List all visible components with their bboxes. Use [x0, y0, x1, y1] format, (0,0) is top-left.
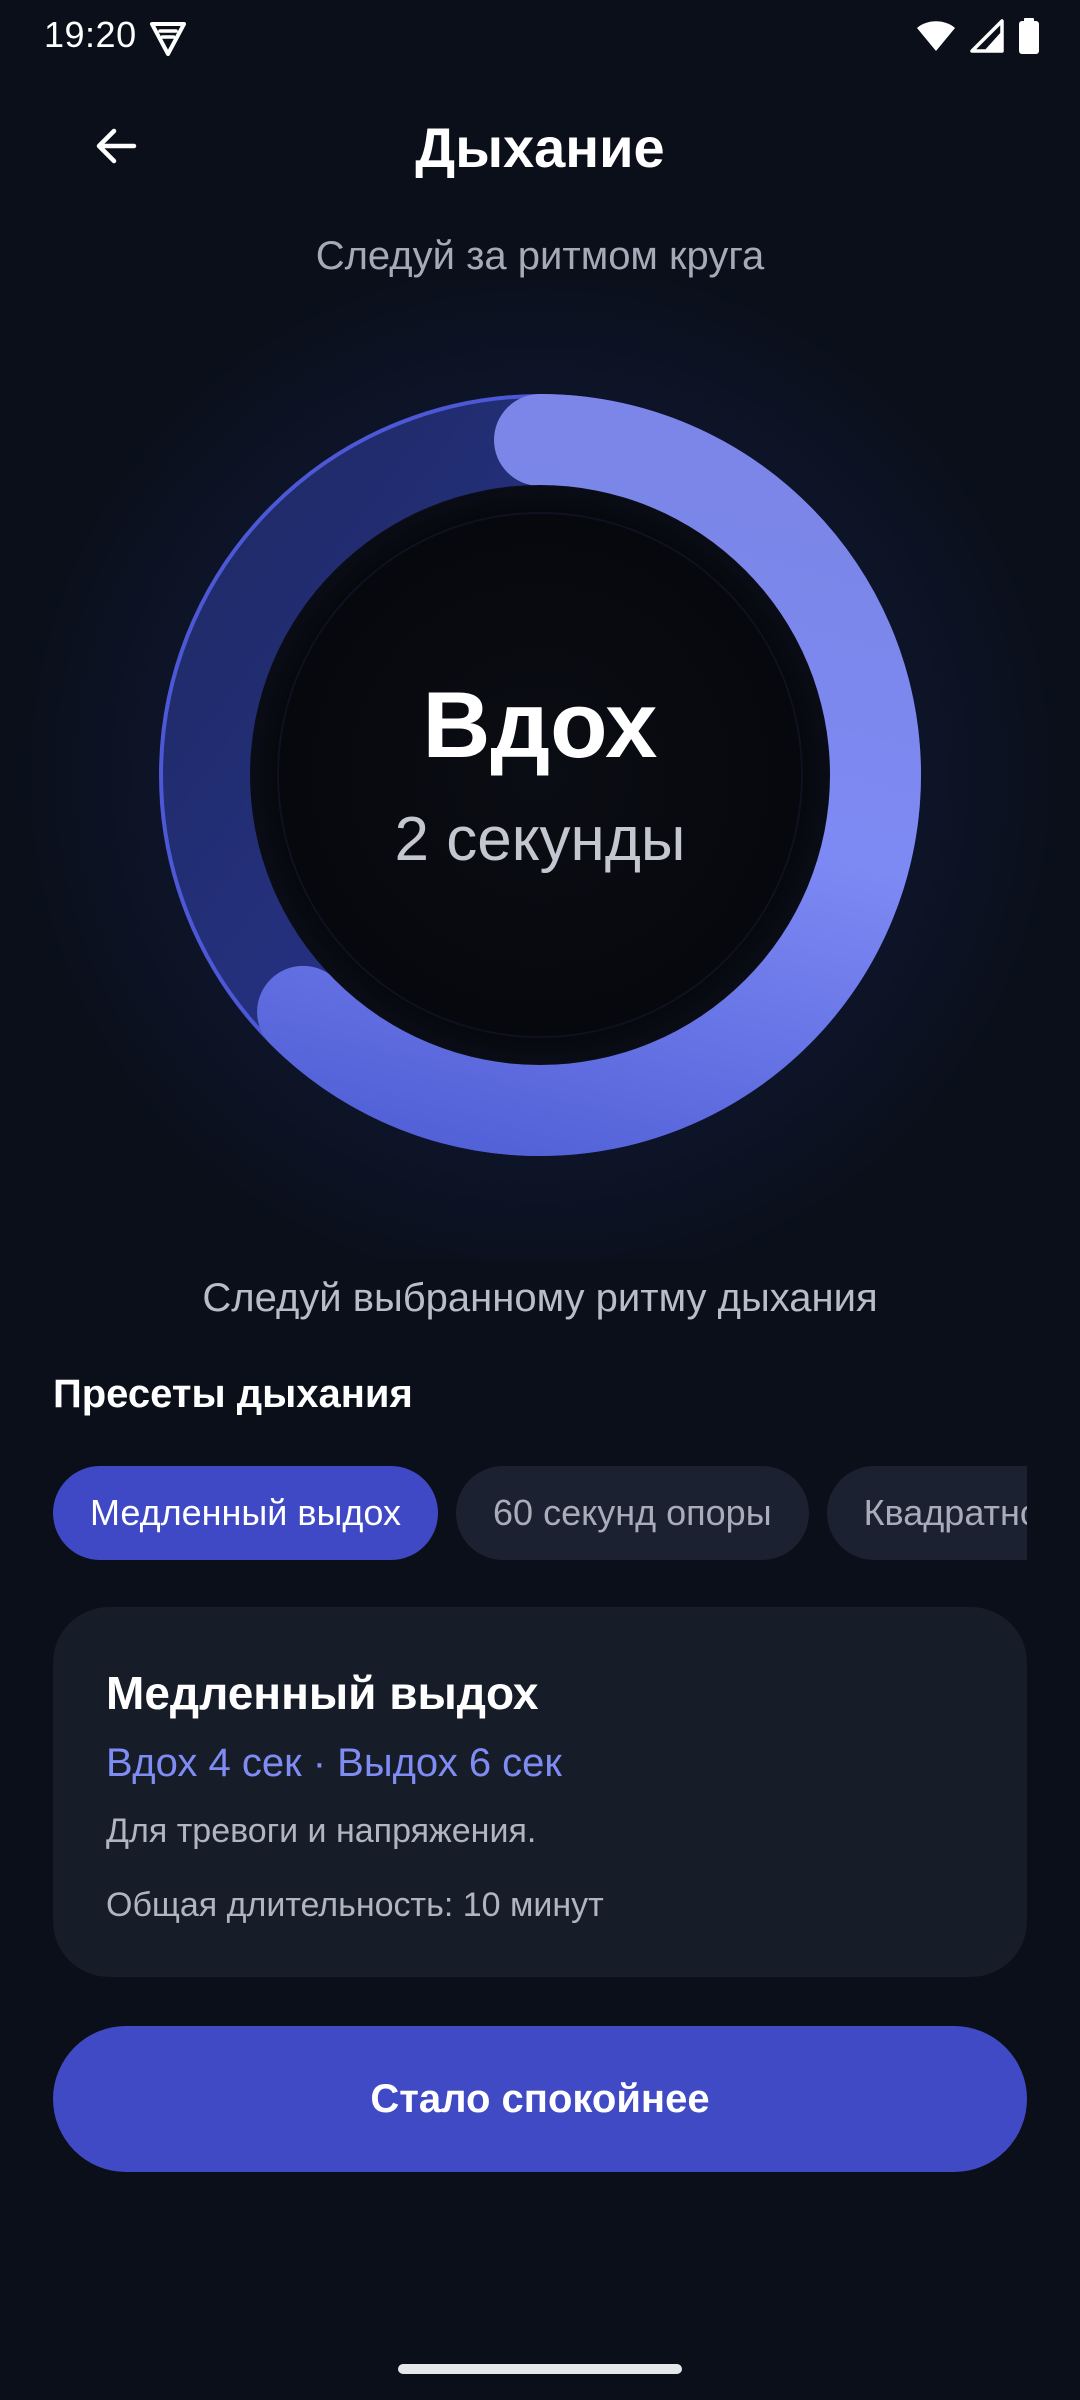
gesture-navigation-bar[interactable] [398, 2364, 682, 2374]
status-bar: 19:20 [0, 0, 1080, 72]
breathing-phase: Вдох [422, 672, 658, 777]
battery-icon [1018, 18, 1040, 54]
breathing-phase-duration: 2 секунды [394, 805, 686, 874]
selected-preset-card: Медленный выдох Вдох 4 сек · Выдох 6 сек… [53, 1607, 1027, 1977]
screen-subtitle: Следуй за ритмом круга [315, 234, 765, 278]
preset-card-description: Для тревоги и напряжения. [106, 1812, 537, 1850]
arrow-left-icon [92, 122, 140, 175]
wifi-icon [916, 19, 956, 53]
status-icons [916, 16, 1040, 56]
preset-chip-square[interactable]: Квадратное дыхание [826, 1466, 1027, 1560]
preset-chip-slow-exhale[interactable]: Медленный выдох [53, 1466, 439, 1560]
status-time: 19:20 [44, 14, 137, 55]
preset-card-rhythm: Вдох 4 сек · Выдох 6 сек [106, 1741, 562, 1785]
vpn-shield-icon [148, 18, 188, 58]
preset-card-title: Медленный выдох [106, 1667, 539, 1719]
preset-card-total-duration: Общая длительность: 10 минут [106, 1886, 604, 1924]
preset-chip-60-seconds[interactable]: 60 секунд опоры [456, 1466, 809, 1560]
page-title: Дыхание [415, 116, 665, 179]
presets-title: Пресеты дыхания [53, 1372, 413, 1416]
rhythm-hint: Следуй выбранному ритму дыхания [202, 1276, 878, 1320]
back-button[interactable] [80, 112, 152, 184]
calmer-button[interactable]: Стало спокойнее [53, 2026, 1027, 2172]
signal-icon [970, 19, 1004, 53]
breathing-screen: 19:20 Дыхание Следуй за ритмом круга Вдо… [0, 0, 1080, 2400]
preset-chips: Медленный выдох60 секунд опорыКвадратное… [53, 1466, 1027, 1560]
